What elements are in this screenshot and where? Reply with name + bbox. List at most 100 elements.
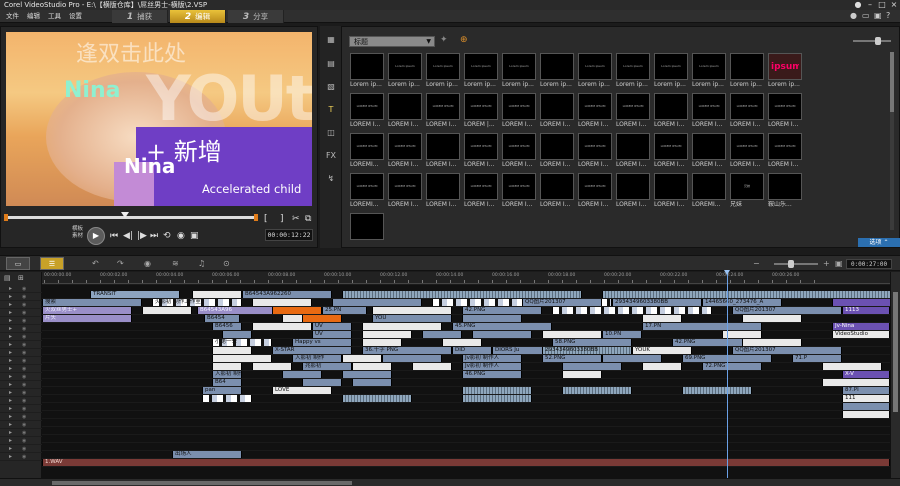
library-scrollbar[interactable] [890, 52, 894, 230]
track-visibility-icon[interactable]: ◉ [22, 357, 26, 365]
filter-tab-icon[interactable]: FX [325, 150, 337, 162]
track-visibility-icon[interactable]: ◉ [22, 301, 26, 309]
title-thumbnail[interactable] [540, 93, 574, 120]
title-thumbnail[interactable] [654, 173, 688, 200]
title-thumbnail[interactable]: LOREM IPSUM [350, 133, 384, 160]
title-thumbnail[interactable]: Lorem ipsum [502, 53, 536, 80]
track-visibility-icon[interactable]: ◉ [22, 381, 26, 389]
timeline-clip[interactable] [722, 331, 762, 338]
timeline-clip[interactable] [742, 339, 802, 346]
timeline-clip-love[interactable]: LOVE [272, 387, 332, 394]
path-tab-icon[interactable]: ↯ [325, 173, 337, 185]
track-header[interactable]: ▸ ◉ [0, 349, 42, 357]
timeline-track[interactable] [42, 443, 890, 451]
title-thumbnail[interactable]: LOREM IPSUM [502, 93, 536, 120]
instant-project-tab-icon[interactable]: ▤ [325, 58, 337, 70]
title-thumbnail[interactable] [540, 133, 574, 160]
menu-settings[interactable]: 设置 [69, 10, 82, 23]
timeline-track[interactable] [42, 331, 890, 339]
timeline-clip[interactable] [362, 331, 412, 338]
timeline-vscroll-thumb[interactable] [893, 292, 898, 412]
title-thumbnail[interactable] [388, 93, 422, 120]
track-header[interactable]: ▸ ◉ [0, 437, 42, 445]
timeline-clip-n52png[interactable]: 52.PNG [542, 355, 602, 362]
track-visibility-icon[interactable]: ◉ [22, 421, 26, 429]
timeline-clip[interactable] [642, 363, 682, 370]
timeline-zoom-slider[interactable] [774, 260, 818, 268]
timeline-clip[interactable] [822, 379, 890, 386]
track-header[interactable]: ▸ ◉ [0, 333, 42, 341]
timeline-view-button[interactable]: ☰ [40, 257, 64, 270]
fit-project-icon[interactable]: ▣ [835, 259, 843, 268]
timeline-clip[interactable] [302, 379, 342, 386]
title-thumbnail[interactable] [426, 133, 460, 160]
timeline-clip[interactable] [842, 403, 890, 410]
timeline-clip-you[interactable]: YOU [372, 315, 452, 322]
help-button-icon[interactable]: ? [886, 11, 890, 20]
title-thumbnail[interactable]: LOREM IPSUM [426, 93, 460, 120]
step-capture[interactable]: 1 捕获 [112, 10, 168, 23]
track-header[interactable]: ▸ ◉ [0, 405, 42, 413]
timeline-clip[interactable] [212, 363, 242, 370]
title-thumbnail[interactable]: LOREM IPSUM [768, 133, 802, 160]
enlarge-preview-icon[interactable]: ⧉ [305, 214, 311, 224]
timeline-clip-n42png2[interactable]: 42.PNG [672, 339, 752, 346]
timeline-clip[interactable] [832, 299, 890, 306]
track-visibility-icon[interactable]: ◉ [22, 349, 26, 357]
timeline-clip[interactable] [742, 315, 802, 322]
timeline-clip-youk[interactable]: YOUK [632, 347, 692, 354]
timeline-clip-uv2[interactable]: UV [312, 331, 352, 338]
timeline-clip-vs[interactable]: VideoStudio [832, 331, 890, 338]
home-icon[interactable]: ⏮ [110, 231, 118, 241]
title-thumbnail[interactable]: LOREM IPSUM [350, 173, 384, 200]
timeline-clip[interactable] [212, 355, 272, 362]
title-thumbnail[interactable]: LOREM IPSUM [502, 133, 536, 160]
timeline-clip[interactable] [562, 363, 622, 370]
timeline-clip-n10png[interactable]: 10.PN [602, 331, 642, 338]
timeline-zoom-knob[interactable] [788, 260, 794, 268]
step-edit[interactable]: 2 编辑 [170, 10, 226, 23]
track-header[interactable]: ▸ ◉ [0, 285, 42, 293]
mark-out-handle[interactable] [254, 214, 258, 221]
zoom-out-icon[interactable]: − [753, 259, 760, 268]
timeline-clip[interactable] [822, 363, 882, 370]
timeline-clip-happy[interactable]: Happy vs [292, 339, 352, 346]
timeline-clip-n45png[interactable]: 45.PNG [452, 323, 552, 330]
timeline-vertical-scrollbar[interactable] [890, 272, 900, 478]
timeline-clip[interactable] [462, 387, 532, 394]
timeline-clip-n11[interactable]: 111 [842, 395, 890, 402]
end-icon[interactable]: ⏭ [150, 231, 158, 241]
timeline-clip-jv2[interactable]: Jv影初 制作人 [462, 363, 522, 370]
timeline-horizontal-scrollbar[interactable] [0, 478, 900, 486]
split-clip-icon[interactable]: ✂ [292, 214, 300, 224]
library-scroll-thumb[interactable] [890, 52, 894, 112]
time-ruler[interactable]: 00:00:00.00 00:00:02.00 00:00:04.00 00:00:0… [42, 272, 890, 284]
title-thumbnail[interactable]: LOREM IPSUM [768, 93, 802, 120]
timeline-clip[interactable] [282, 371, 322, 378]
timeline-clip-ninaname[interactable]: 火双丝男士+ [42, 307, 132, 314]
timeline-clip-n1446[interactable]: 14465660_273476_A [702, 299, 782, 306]
timeline-clip-n72png[interactable]: 72.PNG [702, 363, 762, 370]
title-thumbnail[interactable] [768, 173, 802, 200]
motion-tracking-icon[interactable]: ⊙ [223, 259, 230, 268]
title-thumbnail[interactable] [540, 53, 574, 80]
title-thumbnail[interactable]: LOREM IPSUM [616, 93, 650, 120]
timeline-clip[interactable] [352, 379, 392, 386]
title-thumbnail[interactable]: LOREM IPSUM [730, 93, 764, 120]
minimize-icon[interactable]: – [864, 0, 876, 10]
timeline-clip[interactable] [472, 331, 532, 338]
title-thumbnail[interactable]: LOREM IPSUM [654, 133, 688, 160]
track-visibility-icon[interactable]: ◉ [22, 285, 26, 293]
timeline-clip[interactable] [842, 411, 890, 418]
timeline-clip-n87[interactable]: 87.PI [842, 387, 890, 394]
timeline-clip-xiadaibei[interactable]: 小第一举 [212, 339, 272, 346]
timeline-clip[interactable] [342, 355, 382, 362]
next-frame-icon[interactable]: |▶ [137, 231, 147, 241]
timeline-clip[interactable] [342, 371, 392, 378]
thumbnail-zoom-slider[interactable] [853, 37, 891, 45]
timeline-track[interactable] [42, 379, 890, 387]
timeline-track[interactable] [42, 435, 890, 443]
track-header[interactable]: ▸ ◉ [0, 453, 42, 461]
timeline-clip[interactable] [342, 395, 412, 402]
fullscreen-icon[interactable]: ▭ [862, 11, 870, 20]
